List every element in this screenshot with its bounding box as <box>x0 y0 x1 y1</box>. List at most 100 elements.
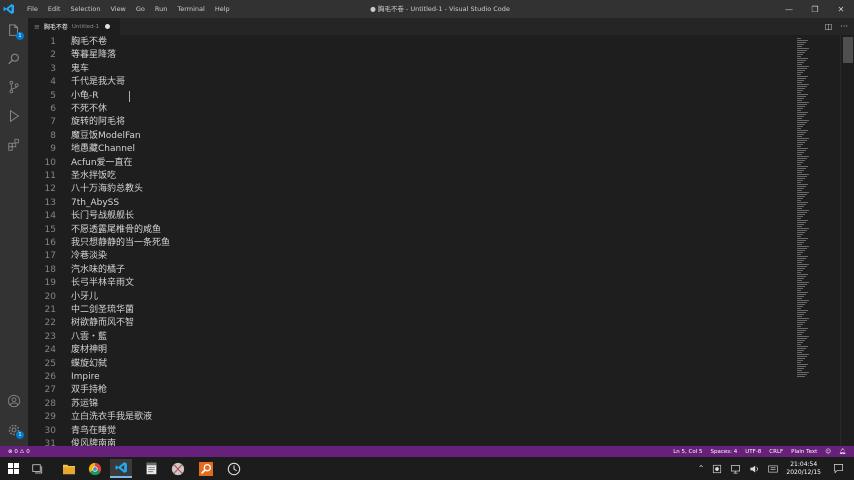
feedback-icon[interactable]: ☺ <box>825 449 831 455</box>
editor-line[interactable]: 25 蝶旋幻弑 <box>28 358 788 371</box>
editor-line[interactable]: 24 废材神明 <box>28 344 788 357</box>
line-text[interactable]: 千代是我大哥 <box>71 76 125 89</box>
editor-tab[interactable]: ≡ 胸毛不卷 Untitled-1 <box>28 18 120 35</box>
line-text[interactable]: 等暮星降落 <box>71 49 116 62</box>
maximize-icon[interactable]: ❐ <box>802 0 828 18</box>
editor-line[interactable]: 28 苏运锦 <box>28 398 788 411</box>
search-icon[interactable] <box>4 49 24 69</box>
line-text[interactable]: 八雲・藍 <box>71 331 107 344</box>
line-text[interactable]: 汽水味的橘子 <box>71 264 125 277</box>
encoding-status[interactable]: UTF-8 <box>745 449 761 455</box>
editor-line[interactable]: 19 长弓半林辛雨文 <box>28 277 788 290</box>
task-view-icon[interactable] <box>27 459 49 478</box>
settings-gear-icon[interactable]: 1 <box>4 420 24 440</box>
menu-item-view[interactable]: View <box>105 0 130 18</box>
line-text[interactable]: 不死不休 <box>71 103 107 116</box>
line-text[interactable]: 小龟-R <box>71 90 99 103</box>
editor-line[interactable]: 15 不愿透露尾椎骨的咸鱼 <box>28 224 788 237</box>
line-text[interactable]: 长门号战舰舰长 <box>71 210 134 223</box>
line-text[interactable]: 苏运锦 <box>71 398 98 411</box>
line-text[interactable]: 我只想静静的当一条死鱼 <box>71 237 170 250</box>
editor-line[interactable]: 17 冷巷淡染 <box>28 250 788 263</box>
source-control-icon[interactable] <box>4 77 24 97</box>
file-explorer-icon[interactable] <box>58 459 80 478</box>
line-text[interactable]: 旋转的阿毛将 <box>71 116 125 129</box>
editor-line[interactable]: 29 立白洗衣手我是歌液 <box>28 411 788 424</box>
tray-app-icon[interactable] <box>712 464 722 474</box>
indentation-status[interactable]: Spaces: 4 <box>711 449 738 455</box>
line-text[interactable]: 长弓半林辛雨文 <box>71 277 134 290</box>
line-text[interactable]: 7th_AbySS <box>71 197 119 210</box>
account-icon[interactable] <box>4 391 24 411</box>
menu-item-selection[interactable]: Selection <box>65 0 105 18</box>
menu-item-file[interactable]: File <box>22 0 43 18</box>
line-text[interactable]: 树欲静而风不智 <box>71 317 134 330</box>
cursor-position[interactable]: Ln 5, Col 5 <box>673 449 702 455</box>
language-mode[interactable]: Plain Text <box>791 449 817 455</box>
split-editor-icon[interactable]: ◫ <box>825 22 833 31</box>
editor-area[interactable]: 1 胸毛不卷 2 等暮星降落 3 鬼车 4 千代是我大哥 5 小龟-R 6 不死不休 7 旋转的阿毛将 8 魔… <box>28 35 794 446</box>
line-text[interactable]: 八十万海豹总教头 <box>71 183 143 196</box>
volume-icon[interactable] <box>749 464 760 474</box>
line-text[interactable]: 冷巷淡染 <box>71 250 107 263</box>
editor-line[interactable]: 20 小牙儿 <box>28 291 788 304</box>
eol-status[interactable]: CRLF <box>769 449 783 455</box>
explorer-icon[interactable]: 1 <box>4 21 24 41</box>
editor-line[interactable]: 9 地愚藏Channel <box>28 143 788 156</box>
action-center-icon[interactable] <box>833 463 844 474</box>
editor-line[interactable]: 4 千代是我大哥 <box>28 76 788 89</box>
editor-line[interactable]: 14 长门号战舰舰长 <box>28 210 788 223</box>
editor-line[interactable]: 23 八雲・藍 <box>28 331 788 344</box>
vscode-taskbar-icon[interactable] <box>110 459 132 478</box>
minimize-icon[interactable]: — <box>776 0 802 18</box>
editor-line[interactable]: 16 我只想静静的当一条死鱼 <box>28 237 788 250</box>
taskbar-clock[interactable]: 21:04:54 2020/12/15 <box>786 461 821 477</box>
line-text[interactable]: 圣水拌饭吃 <box>71 170 116 183</box>
notepad-app-icon[interactable] <box>140 459 162 478</box>
scrollbar-thumb[interactable] <box>843 37 853 63</box>
editor-line[interactable]: 8 魔豆饭ModelFan <box>28 130 788 143</box>
menu-item-run[interactable]: Run <box>150 0 172 18</box>
editor-line[interactable]: 12 八十万海豹总教头 <box>28 183 788 196</box>
minimap[interactable] <box>794 35 840 446</box>
app-ball-icon[interactable] <box>167 459 189 478</box>
extensions-icon[interactable] <box>4 135 24 155</box>
editor-line[interactable]: 1 胸毛不卷 <box>28 36 788 49</box>
line-text[interactable]: 俊风牌南南 <box>71 438 116 446</box>
editor-line[interactable]: 21 中二剑圣琉华菌 <box>28 304 788 317</box>
line-text[interactable]: 青鸟在睡觉 <box>71 425 116 438</box>
line-text[interactable]: 立白洗衣手我是歌液 <box>71 411 152 424</box>
editor-line[interactable]: 27 双手持枪 <box>28 384 788 397</box>
editor-line[interactable]: 22 树欲静而风不智 <box>28 317 788 330</box>
editor-line[interactable]: 5 小龟-R <box>28 90 788 103</box>
menu-item-help[interactable]: Help <box>210 0 235 18</box>
editor-line[interactable]: 13 7th_AbySS <box>28 197 788 210</box>
line-text[interactable]: 地愚藏Channel <box>71 143 135 156</box>
line-text[interactable]: 蝶旋幻弑 <box>71 358 107 371</box>
ime-icon[interactable] <box>768 464 779 474</box>
editor-line[interactable]: 26 Impire <box>28 371 788 384</box>
run-debug-icon[interactable] <box>4 106 24 126</box>
line-text[interactable]: 魔豆饭ModelFan <box>71 130 141 143</box>
network-icon[interactable] <box>730 464 741 474</box>
menu-item-go[interactable]: Go <box>131 0 150 18</box>
editor-line[interactable]: 7 旋转的阿毛将 <box>28 116 788 129</box>
line-text[interactable]: 中二剑圣琉华菌 <box>71 304 134 317</box>
line-text[interactable]: 鬼车 <box>71 63 89 76</box>
editor-line[interactable]: 10 Acfun爱一直在 <box>28 157 788 170</box>
chrome-icon[interactable] <box>84 459 106 478</box>
tray-chevron-icon[interactable]: ⌃ <box>698 464 705 473</box>
notifications-bell-icon[interactable]: 🔔︎ <box>839 449 846 455</box>
editor-line[interactable]: 31 俊风牌南南 <box>28 438 788 446</box>
line-text[interactable]: 胸毛不卷 <box>71 36 107 49</box>
line-text[interactable]: 小牙儿 <box>71 291 98 304</box>
editor-line[interactable]: 30 青鸟在睡觉 <box>28 425 788 438</box>
editor-line[interactable]: 6 不死不休 <box>28 103 788 116</box>
close-icon[interactable]: ✕ <box>828 0 854 18</box>
more-actions-icon[interactable]: ··· <box>840 22 848 31</box>
editor-line[interactable]: 18 汽水味的橘子 <box>28 264 788 277</box>
line-text[interactable]: 双手持枪 <box>71 384 107 397</box>
problems-indicator[interactable]: ⊗ 0 ⚠ 0 <box>8 449 30 455</box>
editor-line[interactable]: 3 鬼车 <box>28 63 788 76</box>
windows-start-icon[interactable] <box>2 459 24 478</box>
